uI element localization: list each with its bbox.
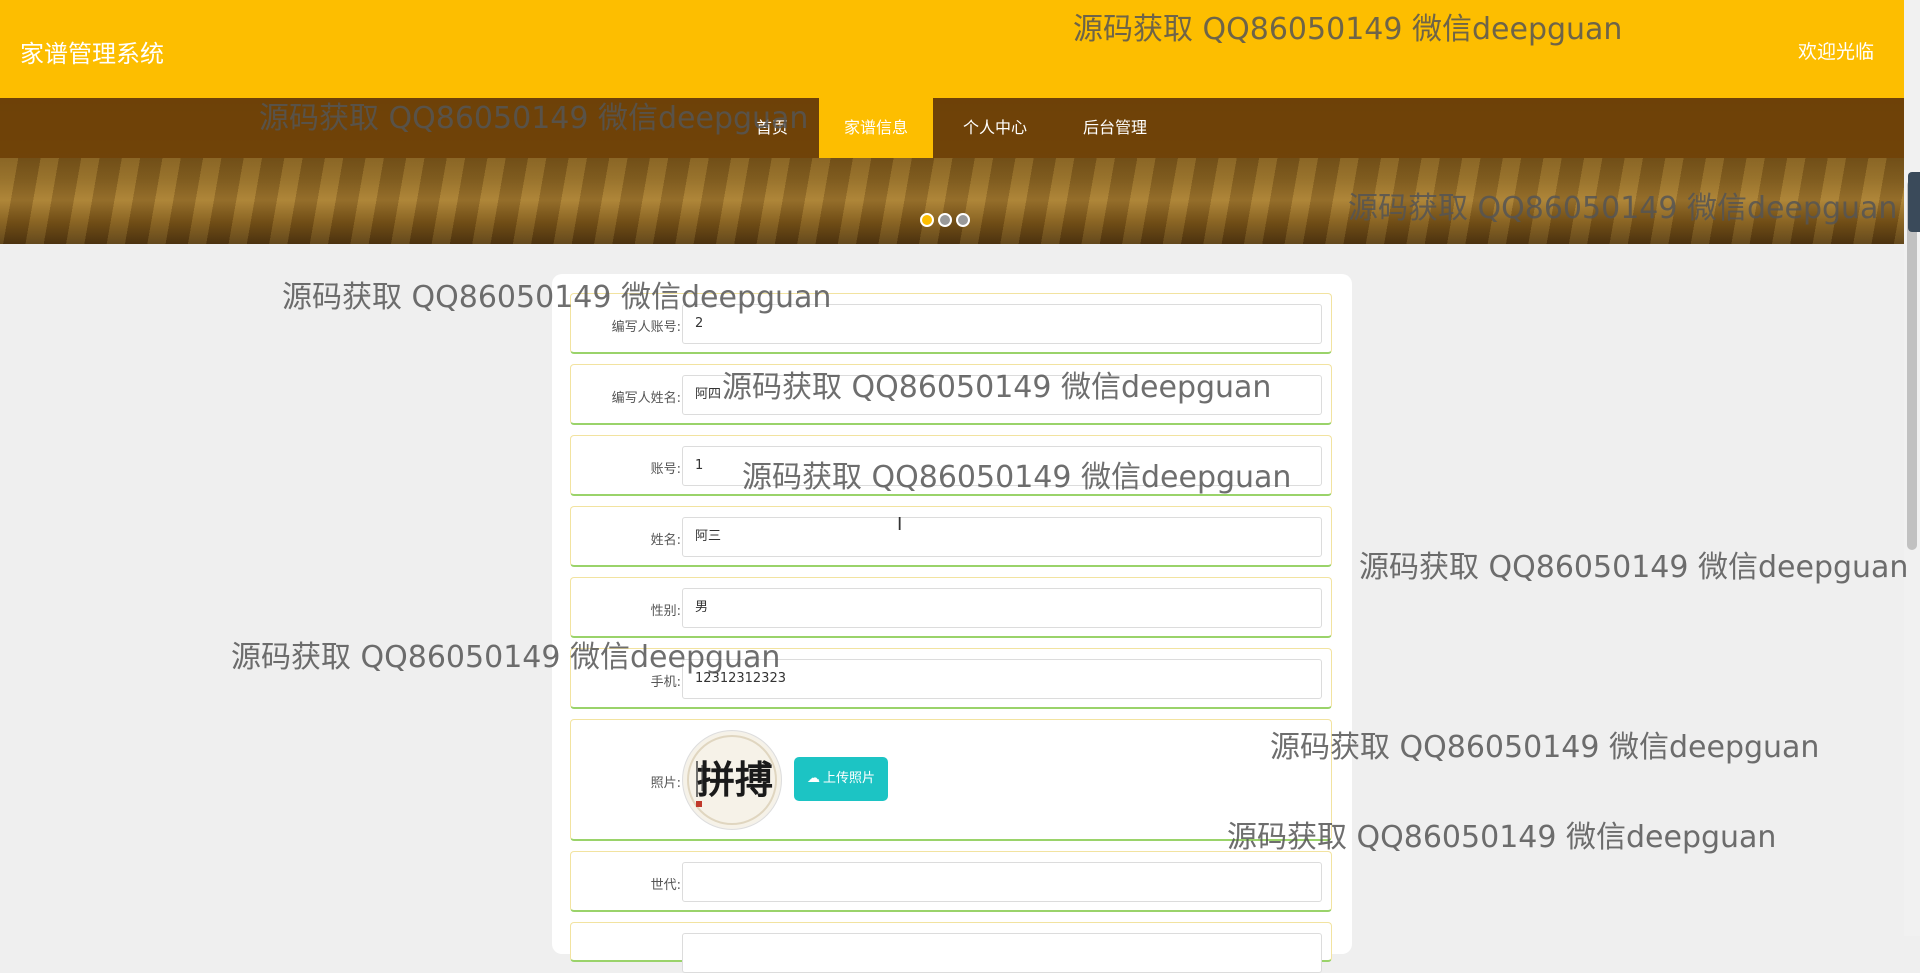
form-row-generation: 世代: bbox=[570, 851, 1332, 912]
nav-item-profile[interactable]: 个人中心 bbox=[950, 98, 1040, 158]
field-label: 照片: bbox=[650, 776, 681, 791]
watermark-text: 源码获取 QQ86050149 微信deepguan bbox=[1270, 730, 1820, 765]
carousel-dot[interactable] bbox=[938, 213, 952, 227]
carousel-indicators bbox=[920, 213, 974, 232]
field-label: 编写人姓名: bbox=[611, 391, 681, 406]
form-row-phone: 手机: 12312312323 bbox=[570, 648, 1332, 709]
gender-field[interactable]: 男 bbox=[682, 588, 1322, 628]
top-header: 家谱管理系统 欢迎光临 bbox=[0, 0, 1904, 98]
cloud-upload-icon: ☁ bbox=[806, 771, 820, 786]
field-label: 编写人账号: bbox=[611, 320, 681, 335]
field-label: 世代: bbox=[650, 878, 681, 893]
form-row-name: 姓名: 阿三 bbox=[570, 506, 1332, 567]
upload-photo-label: 上传照片 bbox=[822, 771, 875, 786]
carousel-dot[interactable] bbox=[956, 213, 970, 227]
form-row-gender: 性别: 男 bbox=[570, 577, 1332, 638]
field-label: 手机: bbox=[650, 675, 681, 690]
scrollbar-thumb[interactable] bbox=[1907, 180, 1917, 550]
field-label: 账号: bbox=[650, 462, 681, 477]
watermark-text: 源码获取 QQ86050149 微信deepguan bbox=[1359, 550, 1909, 585]
field-label: 性别: bbox=[650, 604, 681, 619]
photo-preview: 拼搏 bbox=[682, 730, 782, 830]
phone-field[interactable]: 12312312323 bbox=[682, 659, 1322, 699]
author-account-field[interactable]: 2 bbox=[682, 304, 1322, 344]
account-field[interactable]: 1 bbox=[682, 446, 1322, 486]
welcome-text: 欢迎光临 bbox=[1797, 41, 1874, 63]
field-label: 姓名: bbox=[650, 533, 681, 548]
form-row-author-account: 编写人账号: 2 bbox=[570, 293, 1332, 354]
form-row-author-name: 编写人姓名: 阿四 bbox=[570, 364, 1332, 425]
page-scrollbar[interactable] bbox=[1904, 0, 1920, 936]
side-widget-tab[interactable] bbox=[1908, 172, 1920, 232]
form-row-account: 账号: 1 bbox=[570, 435, 1332, 496]
site-title[interactable]: 家谱管理系统 bbox=[20, 34, 164, 69]
generation-field[interactable] bbox=[682, 862, 1322, 902]
carousel-dot[interactable] bbox=[920, 213, 934, 227]
nav-item-admin[interactable]: 后台管理 bbox=[1070, 98, 1160, 158]
nav-item-home[interactable]: 首页 bbox=[740, 98, 804, 158]
next-field[interactable] bbox=[682, 933, 1322, 973]
nav-item-genealogy[interactable]: 家谱信息 bbox=[819, 98, 933, 158]
photo-calligraphy: 拼搏 bbox=[697, 757, 773, 802]
text-cursor-icon: I bbox=[897, 514, 903, 535]
upload-photo-button[interactable]: ☁ 上传照片 bbox=[794, 757, 888, 801]
form-row-photo: 照片: 拼搏 ☁ 上传照片 bbox=[570, 719, 1332, 841]
form-row-next bbox=[570, 922, 1332, 973]
author-name-field[interactable]: 阿四 bbox=[682, 375, 1322, 415]
name-field[interactable]: 阿三 bbox=[682, 517, 1322, 557]
main-nav: 首页 家谱信息 个人中心 后台管理 bbox=[0, 98, 1904, 158]
